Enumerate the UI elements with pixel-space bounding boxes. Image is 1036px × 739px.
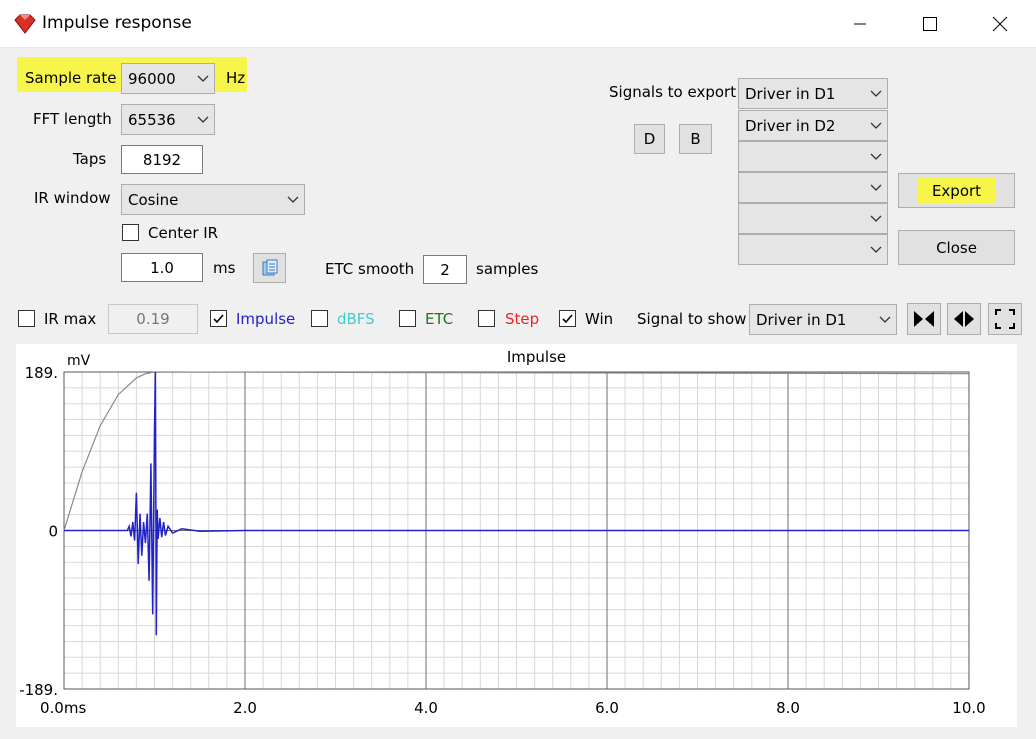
close-window-button[interactable] [965, 0, 1035, 47]
impulse-label: Impulse [236, 310, 296, 328]
fullscreen-icon [995, 309, 1015, 329]
ir-max-input[interactable]: 0.19 [108, 304, 198, 334]
x-tick-label: 2.0 [233, 699, 257, 717]
chevron-down-icon [192, 105, 214, 134]
x-tick-label: 10.0 [952, 699, 985, 717]
chevron-down-icon [874, 305, 896, 334]
expand-button[interactable] [947, 303, 981, 335]
y-axis-label: mV [67, 353, 91, 369]
ir-window-label: IR window [34, 189, 111, 207]
step-label: Step [505, 310, 540, 328]
etc-smooth-input[interactable]: 2 [423, 255, 467, 284]
app-icon [14, 14, 36, 34]
dbfs-label: dBFS [337, 310, 375, 328]
y-tick-label: -189. [19, 681, 58, 699]
ms-input[interactable]: 1.0 [121, 253, 203, 282]
x-tick-label: 0.0ms [40, 699, 86, 717]
win-checkbox[interactable] [559, 310, 576, 327]
impulse-plot[interactable]: Impulse mV 189. 0 -189. 0.0ms 2.0 4.0 6.0 8.0 10.0 [16, 344, 1017, 727]
window-title: Impulse response [42, 13, 192, 33]
signal-to-show-select[interactable]: Driver in D1 [749, 304, 897, 335]
chevron-down-icon [865, 235, 887, 264]
ms-unit: ms [213, 259, 236, 277]
checkmark-icon [213, 314, 224, 324]
sample-rate-select[interactable]: 96000 [121, 63, 215, 94]
close-button[interactable]: Close [898, 230, 1015, 265]
x-tick-label: 4.0 [414, 699, 438, 717]
chevron-down-icon [865, 79, 887, 108]
collapse-button[interactable] [907, 303, 941, 335]
ir-max-label: IR max [44, 310, 97, 328]
ir-max-checkbox[interactable] [18, 310, 35, 327]
maximize-button[interactable] [895, 0, 965, 47]
export-signal-select-1[interactable]: Driver in D1 [738, 78, 888, 109]
export-signal-select-5[interactable] [738, 203, 888, 234]
sample-rate-unit: Hz [226, 69, 246, 87]
ir-window-select[interactable]: Cosine [121, 184, 305, 215]
expand-icon [954, 311, 974, 327]
etc-smooth-label: ETC smooth [325, 260, 415, 278]
chevron-down-icon [865, 142, 887, 171]
chevron-down-icon [865, 173, 887, 202]
collapse-icon [914, 311, 934, 327]
b-button[interactable]: B [679, 124, 712, 154]
minimize-icon [854, 23, 866, 24]
center-ir-checkbox[interactable] [122, 224, 139, 241]
chart-title: Impulse [507, 348, 566, 366]
export-signal-select-6[interactable] [738, 234, 888, 265]
chevron-down-icon [865, 204, 887, 233]
clipboard-icon [262, 259, 277, 276]
x-tick-label: 6.0 [595, 699, 619, 717]
minimize-button[interactable] [825, 0, 895, 47]
y-tick-label: 189. [25, 364, 58, 382]
y-tick-label: 0 [48, 523, 58, 541]
dbfs-checkbox[interactable] [311, 310, 328, 327]
export-signal-select-3[interactable] [738, 141, 888, 172]
taps-input[interactable]: 8192 [121, 145, 203, 174]
impulse-checkbox[interactable] [210, 310, 227, 327]
export-signal-select-4[interactable] [738, 172, 888, 203]
signals-to-export-label: Signals to export [609, 83, 737, 101]
win-label: Win [585, 310, 614, 328]
chevron-down-icon [282, 185, 304, 214]
checkmark-icon [562, 314, 573, 324]
step-checkbox[interactable] [478, 310, 495, 327]
export-button-label: Export [917, 177, 996, 204]
fft-length-select[interactable]: 65536 [121, 104, 215, 135]
chevron-down-icon [865, 111, 887, 140]
copy-button[interactable] [253, 253, 286, 283]
x-tick-label: 8.0 [776, 699, 800, 717]
export-signal-select-2[interactable]: Driver in D2 [738, 110, 888, 141]
fullscreen-button[interactable] [988, 303, 1022, 335]
center-ir-label: Center IR [148, 224, 219, 242]
export-button[interactable]: Export [898, 173, 1015, 208]
etc-checkbox[interactable] [399, 310, 416, 327]
etc-label: ETC [425, 310, 454, 328]
title-bar: Impulse response [0, 0, 1036, 48]
fft-length-label: FFT length [33, 110, 112, 128]
close-icon [992, 16, 1008, 31]
sample-rate-label: Sample rate [25, 69, 117, 87]
etc-smooth-unit: samples [476, 260, 539, 278]
impulse-chart[interactable]: Impulse mV 189. 0 -189.0.0ms 2.0 4.0 6.0 8.0 10.0 [16, 344, 1017, 727]
maximize-icon [923, 16, 937, 31]
d-button[interactable]: D [634, 124, 665, 154]
chevron-down-icon [192, 64, 214, 93]
signal-to-show-label: Signal to show [637, 310, 747, 328]
taps-label: Taps [73, 150, 107, 168]
